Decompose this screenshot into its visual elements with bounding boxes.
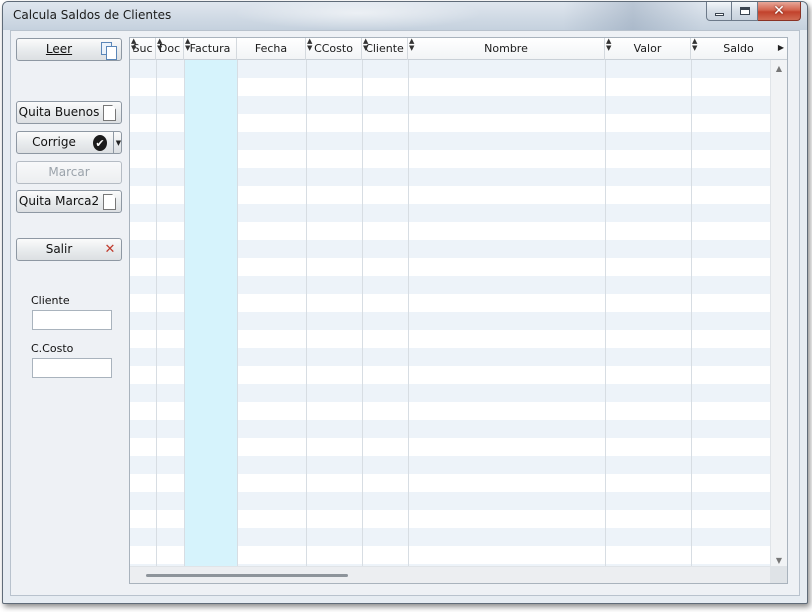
grid-header: ▲ ▼ Suc ▲ ▼ Doc ▲ ▼ Factura Fecha ▲ ▼ CCosto <box>130 38 787 60</box>
leer-button-label: Leer <box>45 42 73 56</box>
maximize-button[interactable] <box>732 2 758 21</box>
sort-icon: ▲ ▼ <box>363 38 369 52</box>
quita-marca2-label: Quita Marca2 <box>18 194 100 208</box>
scrollbar-corner <box>770 566 787 583</box>
corrige-button[interactable]: Corrige ✔ ▼ <box>16 131 122 154</box>
scroll-up-icon[interactable]: ▲ <box>771 64 787 73</box>
title-bar[interactable]: Calcula Saldos de Clientes ✕ <box>3 2 807 30</box>
column-header-suc[interactable]: ▲ ▼ Suc <box>130 38 156 60</box>
close-button[interactable]: ✕ <box>758 2 801 21</box>
column-label: Saldo <box>723 42 754 55</box>
salir-button[interactable]: Salir ✕ <box>16 238 122 261</box>
app-window: Calcula Saldos de Clientes ✕ Leer Quita … <box>2 1 808 604</box>
scroll-right-icon[interactable]: ▶ <box>778 43 784 52</box>
check-circle-icon: ✔ <box>93 135 107 151</box>
minimize-icon <box>714 12 724 16</box>
sort-icon: ▲ ▼ <box>131 38 137 52</box>
form-content: Leer Quita Buenos Corrige ✔ ▼ Marcar Qui… <box>10 30 800 596</box>
data-grid[interactable]: ▲ ▼ Suc ▲ ▼ Doc ▲ ▼ Factura Fecha ▲ ▼ CCosto <box>129 37 788 584</box>
column-header-valor[interactable]: ▲ ▼ Valor <box>605 38 691 60</box>
quita-buenos-label: Quita Buenos <box>18 105 100 119</box>
column-divider <box>306 60 307 567</box>
caption-buttons: ✕ <box>706 2 801 22</box>
column-label: Cliente <box>365 42 404 55</box>
sort-icon: ▲ ▼ <box>409 38 415 52</box>
sort-icon: ▲ ▼ <box>692 38 698 52</box>
column-divider <box>156 60 157 567</box>
column-divider <box>605 60 606 567</box>
scroll-down-icon[interactable]: ▼ <box>771 556 787 565</box>
selected-column-highlight <box>185 60 237 567</box>
minimize-button[interactable] <box>706 2 732 21</box>
column-divider <box>184 60 185 567</box>
column-header-doc[interactable]: ▲ ▼ Doc <box>156 38 184 60</box>
column-header-factura[interactable]: ▲ ▼ Factura <box>184 38 237 60</box>
corrige-dropdown-arrow[interactable]: ▼ <box>113 132 123 153</box>
horizontal-scroll-thumb[interactable] <box>146 574 348 577</box>
column-label: CCosto <box>314 42 353 55</box>
leer-button[interactable]: Leer <box>16 38 122 61</box>
column-divider <box>408 60 409 567</box>
horizontal-scrollbar[interactable] <box>130 566 771 583</box>
column-divider <box>691 60 692 567</box>
column-label: Nombre <box>484 42 528 55</box>
sort-icon: ▲ ▼ <box>606 38 612 52</box>
corrige-label: Corrige <box>32 135 76 149</box>
column-header-nombre[interactable]: ▲ ▼ Nombre <box>408 38 605 60</box>
column-label: Fecha <box>254 42 288 55</box>
column-divider <box>362 60 363 567</box>
window-title: Calcula Saldos de Clientes <box>13 8 172 22</box>
salir-label: Salir <box>45 242 73 256</box>
column-header-fecha[interactable]: Fecha <box>237 38 306 60</box>
column-header-cliente[interactable]: ▲ ▼ Cliente <box>362 38 408 60</box>
ccosto-input[interactable] <box>32 358 112 378</box>
sort-icon: ▲ ▼ <box>157 38 163 52</box>
sort-icon: ▲ ▼ <box>307 38 313 52</box>
ccosto-label: C.Costo <box>31 342 74 355</box>
vertical-scrollbar[interactable]: ▲ ▼ <box>770 60 787 567</box>
quita-buenos-button[interactable]: Quita Buenos <box>16 101 122 124</box>
close-icon: ✕ <box>773 3 785 19</box>
column-header-ccosto[interactable]: ▲ ▼ CCosto <box>306 38 362 60</box>
column-label: Valor <box>633 42 662 55</box>
marcar-label: Marcar <box>48 165 90 179</box>
column-label: Factura <box>189 42 231 55</box>
copy-icon <box>101 42 117 60</box>
column-header-saldo[interactable]: ▲ ▼ Saldo <box>691 38 786 60</box>
cliente-input[interactable] <box>32 310 112 330</box>
marcar-button: Marcar <box>16 161 122 184</box>
column-divider <box>237 60 238 567</box>
quita-marca2-button[interactable]: Quita Marca2 <box>16 190 122 213</box>
maximize-icon <box>739 7 750 15</box>
sort-icon: ▲ ▼ <box>185 38 191 52</box>
close-x-icon: ✕ <box>104 242 116 257</box>
document-icon <box>103 105 116 121</box>
document-icon <box>103 194 116 210</box>
cliente-label: Cliente <box>31 294 70 307</box>
